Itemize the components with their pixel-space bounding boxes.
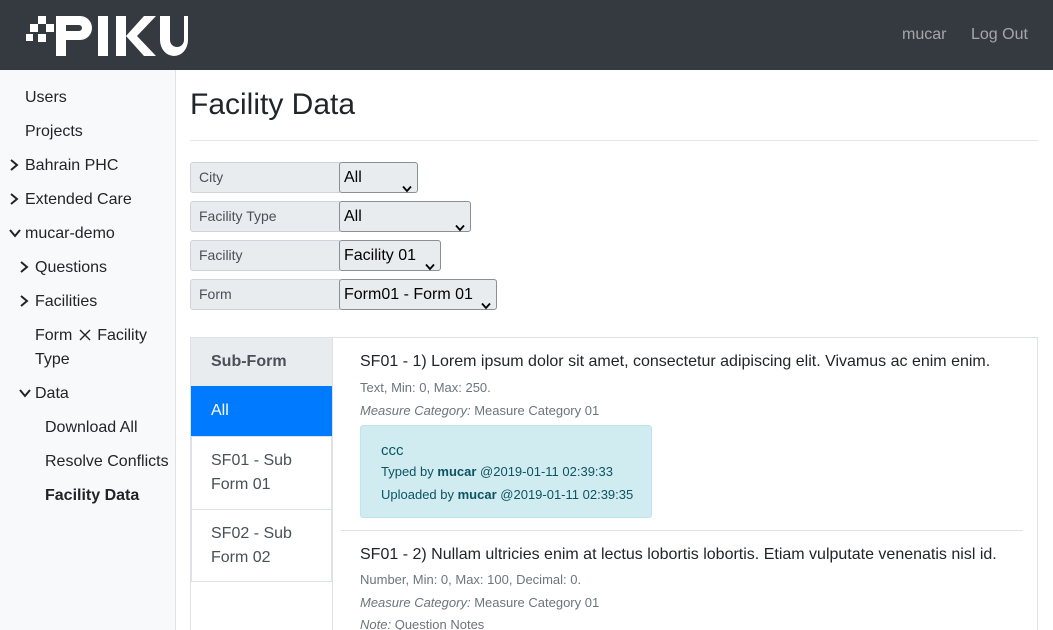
tab-sf02[interactable]: SF02 - Sub Form 02 <box>191 509 332 582</box>
tab-label: SF02 - Sub <box>211 525 292 542</box>
chevron-right-icon[interactable] <box>9 159 19 171</box>
facility-type-label: Facility Type <box>190 201 340 232</box>
sidebar-item-questions[interactable]: Questions <box>35 256 107 280</box>
chevron-down-icon <box>455 213 465 242</box>
question-meta: Number, Min: 0, Max: 100, Decimal: 0. <box>360 572 582 587</box>
answer-box: ccc Typed by mucar @2019-01-11 02:39:33 … <box>360 425 652 518</box>
tab-all[interactable]: All <box>191 386 332 436</box>
city-label: City <box>190 162 340 193</box>
facility-label: Facility <box>190 240 340 271</box>
tab-label: Form 01 <box>211 476 271 493</box>
typed-by-label: Typed by <box>381 464 434 479</box>
note-value: Question Notes <box>394 617 485 630</box>
user-link[interactable]: mucar <box>902 25 946 45</box>
sidebar-item-label: Facility <box>97 327 148 344</box>
uploaded-by-user: mucar <box>457 487 497 502</box>
sidebar-item-label: Form <box>35 327 73 344</box>
chevron-down-icon <box>402 174 412 203</box>
sidebar-item-download-all[interactable]: Download All <box>45 416 138 440</box>
typed-at: @2019-01-11 02:39:33 <box>480 464 613 479</box>
answer-value: ccc <box>381 442 404 459</box>
question-meta: Text, Min: 0, Max: 250. <box>360 380 491 395</box>
divider <box>332 338 333 630</box>
facility-type-select-value: All <box>344 208 362 225</box>
chevron-right-icon[interactable] <box>19 261 29 273</box>
sidebar-item-extended-care[interactable]: Extended Care <box>25 188 132 212</box>
chevron-right-icon[interactable] <box>19 295 29 307</box>
sidebar-item-bahrain-phc[interactable]: Bahrain PHC <box>25 154 118 178</box>
logout-link[interactable]: Log Out <box>971 25 1028 45</box>
sidebar-item-label[interactable]: Type <box>35 348 70 372</box>
chevron-down-icon[interactable] <box>19 388 31 400</box>
divider <box>341 530 1023 531</box>
uploaded-by-line: Uploaded by mucar @2019-01-11 02:39:35 <box>381 487 633 502</box>
category-value: Measure Category 01 <box>474 403 600 418</box>
typed-by-line: Typed by mucar @2019-01-11 02:39:33 <box>381 464 613 479</box>
chevron-down-icon[interactable] <box>9 228 21 240</box>
facility-type-select[interactable]: All <box>339 201 471 232</box>
sidebar-item-mucar-demo[interactable]: mucar-demo <box>25 222 115 246</box>
sidebar-item-facilities[interactable]: Facilities <box>35 290 97 314</box>
question-category: Measure Category: Measure Category 01 <box>360 594 599 612</box>
category-value: Measure Category 01 <box>474 595 600 610</box>
uploaded-at: @2019-01-11 02:39:35 <box>500 487 634 502</box>
page-title: Facility Data <box>190 88 356 121</box>
uploaded-by-label: Uploaded by <box>381 487 454 502</box>
sidebar-item-resolve-conflicts[interactable]: Resolve Conflicts <box>45 450 169 474</box>
times-icon <box>79 325 91 349</box>
navbar: mucar Log Out <box>0 0 1053 70</box>
chevron-down-icon <box>481 291 491 320</box>
form-select-value: Form01 - Form 01 <box>344 286 473 303</box>
question-note: Note: Question Notes <box>360 616 484 630</box>
question-title: SF01 - 1) Lorem ipsum dolor sit amet, co… <box>360 353 991 370</box>
note-label: Note: <box>360 617 392 630</box>
city-select-value: All <box>344 169 362 186</box>
category-label: Measure Category: <box>360 595 471 610</box>
sidebar-item-projects[interactable]: Projects <box>25 120 83 144</box>
chevron-down-icon <box>425 252 435 281</box>
question-category: Measure Category: Measure Category 01 <box>360 402 599 420</box>
chevron-right-icon[interactable] <box>9 193 19 205</box>
category-label: Measure Category: <box>360 403 471 418</box>
facility-select-value: Facility 01 <box>344 247 417 264</box>
subform-header: Sub-Form <box>191 338 332 386</box>
tab-sf01[interactable]: SF01 - Sub Form 01 <box>191 436 332 509</box>
form-select[interactable]: Form01 - Form 01 <box>339 279 497 310</box>
city-select[interactable]: All <box>339 162 418 193</box>
typed-by-user: mucar <box>437 464 477 479</box>
tab-label: Form 02 <box>211 549 271 566</box>
facility-select[interactable]: Facility 01 <box>339 240 441 271</box>
tab-label: SF01 - Sub <box>211 452 292 469</box>
sidebar-item-data[interactable]: Data <box>35 382 69 406</box>
form-label: Form <box>190 279 340 310</box>
sidebar-item-form-facility-type[interactable]: Form Facility <box>35 324 147 349</box>
question-title: SF01 - 2) Nullam ultricies enim at lectu… <box>360 546 997 563</box>
sidebar-item-facility-data[interactable]: Facility Data <box>45 484 139 508</box>
piku-logo[interactable] <box>26 14 188 58</box>
divider <box>190 140 1038 141</box>
sidebar-item-users[interactable]: Users <box>25 86 67 110</box>
